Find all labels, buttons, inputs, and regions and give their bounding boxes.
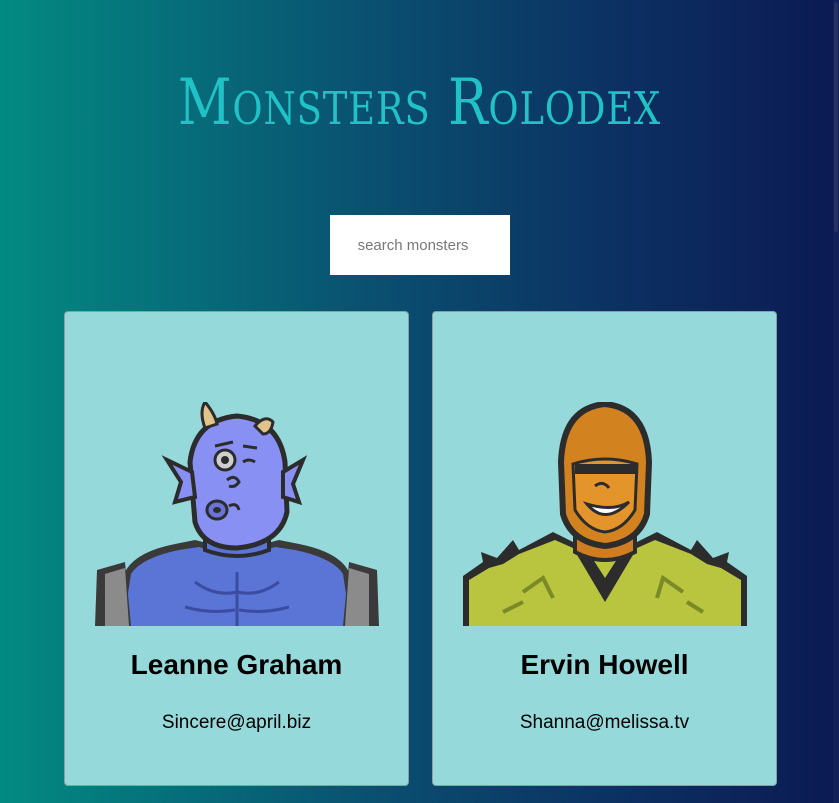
monster-card[interactable]: Ervin Howell Shanna@melissa.tv [432,311,777,786]
page-title: Monsters Rolodex [177,66,662,140]
monster-email: Shanna@melissa.tv [519,712,690,733]
scrollbar-thumb[interactable] [834,2,838,232]
search-input[interactable] [330,215,510,275]
blue-horned-monster-avatar [95,402,379,626]
monster-email: Sincere@april.biz [161,712,312,733]
monster-name: Leanne Graham [130,649,343,680]
page-scrollbar[interactable] [833,0,839,803]
monster-name: Ervin Howell [520,649,689,680]
monster-card[interactable]: Leanne Graham Sincere@april.biz [64,311,409,786]
orange-hooded-monster-avatar [463,402,747,626]
